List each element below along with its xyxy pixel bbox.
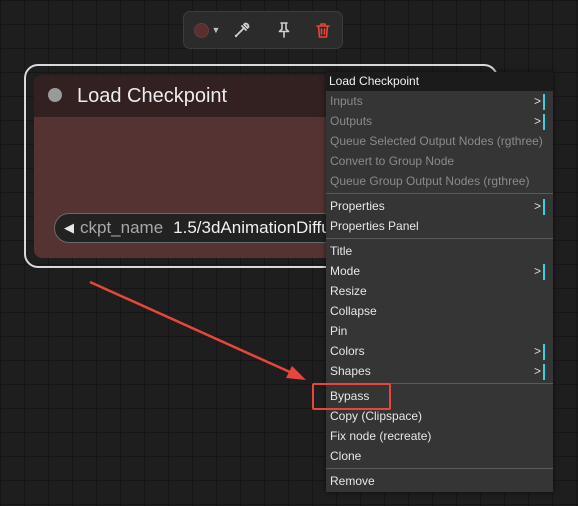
submenu-indicator: >: [534, 262, 545, 280]
menu-item-label: Properties: [330, 199, 385, 213]
bypass-highlight-box: [312, 383, 391, 410]
menu-item-label: Remove: [330, 474, 375, 488]
menu-item-label: Collapse: [330, 304, 377, 318]
chevron-right-icon: >: [533, 364, 541, 378]
menu-item-pin[interactable]: Pin: [330, 322, 549, 340]
menu-item-inputs[interactable]: Inputs >: [330, 92, 549, 110]
menu-item-mode[interactable]: Mode >: [330, 262, 549, 280]
submenu-indicator: >: [534, 112, 545, 130]
menu-item-label: Queue Group Output Nodes (rgthree): [330, 174, 530, 188]
menu-item-resize[interactable]: Resize: [330, 282, 549, 300]
menu-item-label: Outputs: [330, 114, 373, 128]
menu-item-label: Copy (Clipspace): [330, 409, 423, 423]
menu-separator: [326, 238, 553, 239]
menu-item-clone[interactable]: Clone: [330, 447, 549, 465]
node-title: Load Checkpoint: [77, 85, 228, 107]
menu-separator: [326, 468, 553, 469]
chevron-right-icon: >: [533, 344, 541, 358]
menu-item-colors[interactable]: Colors >: [330, 342, 549, 360]
chevron-right-icon: >: [533, 114, 541, 128]
menu-item-label: Clone: [330, 449, 362, 463]
menu-item-collapse[interactable]: Collapse: [330, 302, 549, 320]
menu-item-label: Pin: [330, 324, 348, 338]
context-menu: Load Checkpoint Inputs > Outputs > Queue…: [326, 72, 553, 492]
menu-item-label: Inputs: [330, 94, 363, 108]
chevron-right-icon: >: [533, 94, 541, 108]
menu-separator: [326, 193, 553, 194]
menu-item-remove[interactable]: Remove: [330, 472, 549, 490]
menu-item-label: Convert to Group Node: [330, 154, 455, 168]
submenu-indicator: >: [534, 197, 545, 215]
submenu-indicator: >: [534, 92, 545, 110]
menu-item-title[interactable]: Title: [330, 242, 549, 260]
collapse-dot-icon[interactable]: [48, 88, 62, 102]
menu-item-label: Resize: [330, 284, 367, 298]
menu-item-properties-panel[interactable]: Properties Panel: [330, 217, 549, 235]
chevron-right-icon: >: [533, 264, 541, 278]
delete-button[interactable]: [311, 18, 335, 42]
menu-item-label: Shapes: [330, 364, 371, 378]
menu-item-label: Fix node (recreate): [330, 429, 432, 443]
pipette-button[interactable]: [230, 18, 254, 42]
left-arrow-icon[interactable]: ◀: [64, 220, 74, 236]
menu-item-queue-group-output-nodes[interactable]: Queue Group Output Nodes (rgthree): [330, 172, 549, 190]
chevron-right-icon: >: [533, 199, 541, 213]
color-picker-button[interactable]: ▼: [190, 18, 224, 42]
menu-item-properties[interactable]: Properties >: [330, 197, 549, 215]
menu-item-queue-selected-output-nodes[interactable]: Queue Selected Output Nodes (rgthree): [330, 132, 549, 150]
menu-item-outputs[interactable]: Outputs >: [330, 112, 549, 130]
menu-item-label: Queue Selected Output Nodes (rgthree): [330, 134, 543, 148]
menu-item-fix-node[interactable]: Fix node (recreate): [330, 427, 549, 445]
submenu-indicator: >: [534, 362, 545, 380]
menu-item-label: Mode: [330, 264, 361, 278]
menu-item-label: Properties Panel: [330, 219, 419, 233]
submenu-indicator: >: [534, 342, 545, 360]
color-swatch: [193, 22, 209, 38]
menu-item-label: Colors: [330, 344, 365, 358]
widget-name: ckpt_name: [80, 218, 164, 237]
pin-icon: [278, 22, 290, 38]
chevron-down-icon: ▼: [211, 25, 221, 35]
menu-item-label: Title: [330, 244, 353, 258]
pin-button[interactable]: [272, 18, 296, 42]
node-toolbar: ▼: [183, 11, 343, 49]
trash-icon: [316, 23, 330, 38]
pipette-icon: [234, 22, 250, 38]
menu-item-shapes[interactable]: Shapes >: [330, 362, 549, 380]
menu-item-convert-to-group-node[interactable]: Convert to Group Node: [330, 152, 549, 170]
menu-title: Load Checkpoint: [326, 72, 553, 91]
